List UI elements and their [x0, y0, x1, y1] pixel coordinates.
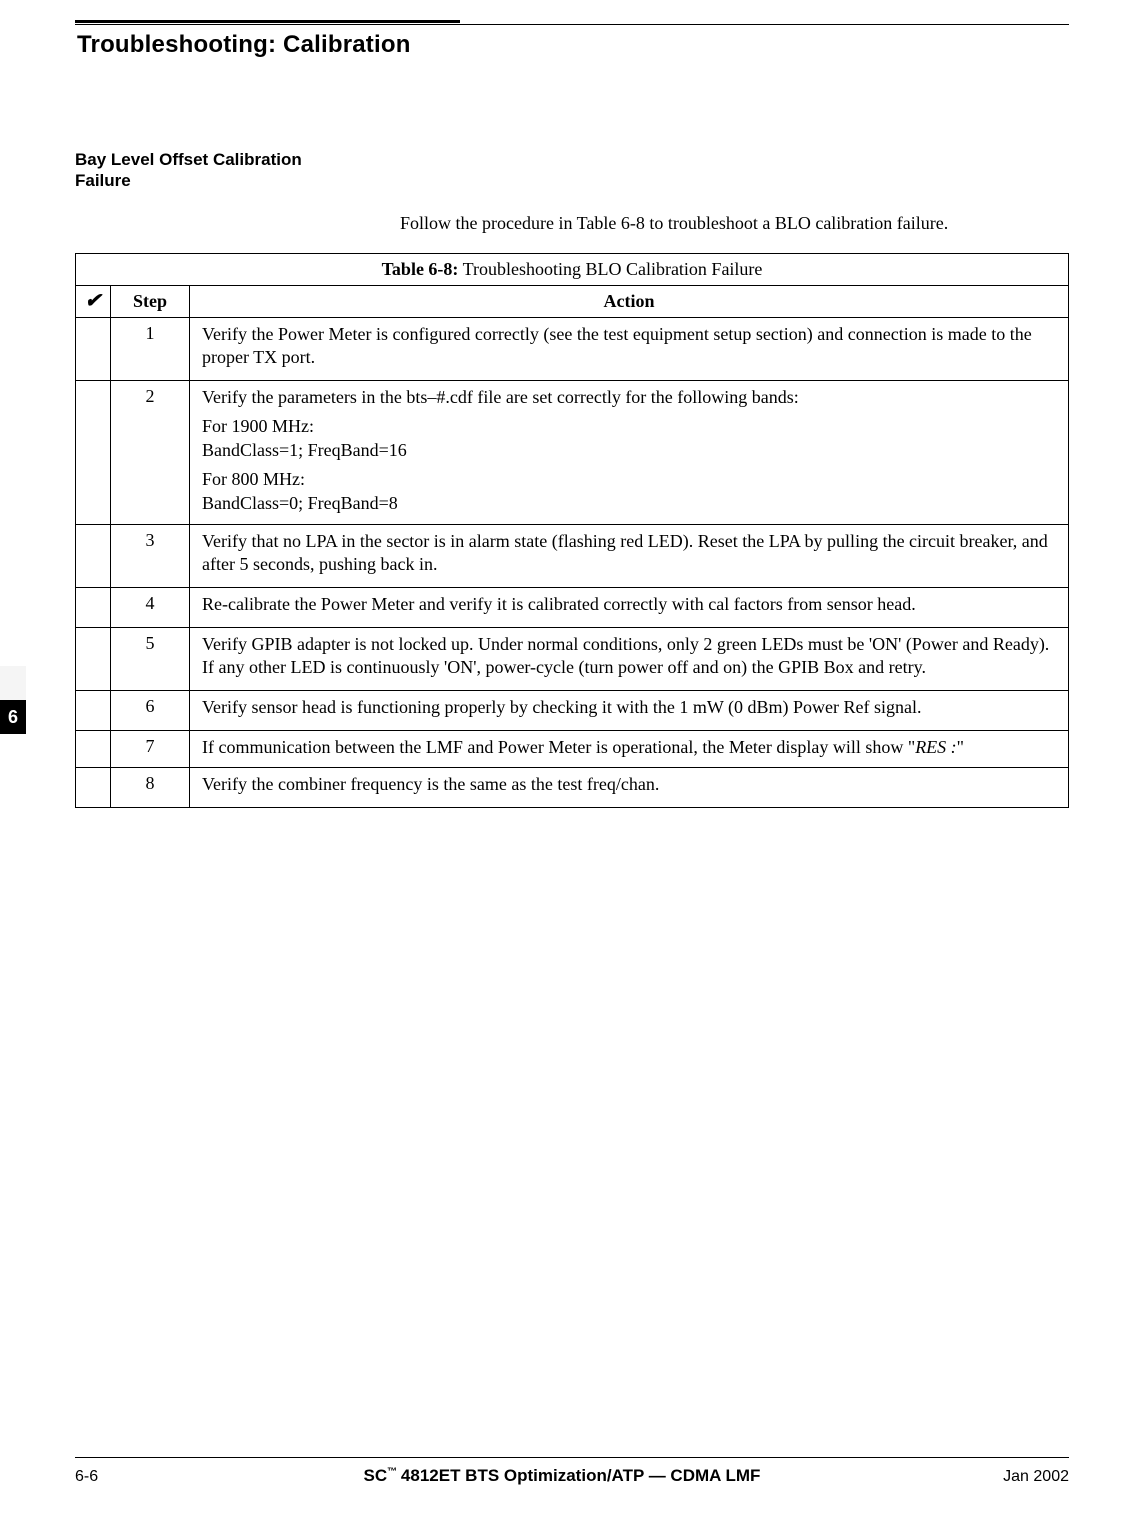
- action-cell: Verify GPIB adapter is not locked up. Un…: [190, 628, 1069, 691]
- action-cell: Verify sensor head is functioning proper…: [190, 691, 1069, 731]
- action-line: Verify GPIB adapter is not locked up. Un…: [202, 633, 1056, 679]
- table-row: 7If communication between the LMF and Po…: [76, 731, 1069, 768]
- footer-doc-title: SC™ 4812ET BTS Optimization/ATP — CDMA L…: [155, 1466, 969, 1486]
- table-row: 3 Verify that no LPA in the sector is in …: [76, 525, 1069, 588]
- step-cell: 3: [111, 525, 190, 588]
- step-cell: 2: [111, 380, 190, 524]
- troubleshooting-table: Table 6-8: Troubleshooting BLO Calibrati…: [75, 253, 1069, 808]
- table-row: 1 Verify the Power Meter is configured co…: [76, 317, 1069, 380]
- header-rule-thin: [75, 24, 1069, 25]
- table-row: 4 Re-calibrate the Power Meter and verify…: [76, 588, 1069, 628]
- table-header-step: Step: [111, 285, 190, 317]
- action-line: Re-calibrate the Power Meter and verify …: [202, 593, 1056, 616]
- section-heading: Bay Level Offset Calibration Failure: [75, 149, 355, 192]
- table-header-action: Action: [190, 285, 1069, 317]
- check-cell: [76, 588, 111, 628]
- footer-page-number: 6-6: [75, 1468, 155, 1486]
- action-line: Verify sensor head is functioning proper…: [202, 696, 1056, 719]
- chapter-side-tab: 6: [0, 700, 26, 734]
- table-title: Table 6-8: Troubleshooting BLO Calibrati…: [76, 253, 1069, 285]
- footer-center-prefix: SC: [364, 1466, 388, 1485]
- page-footer: 6-6 SC™ 4812ET BTS Optimization/ATP — CD…: [75, 1457, 1069, 1486]
- footer-center-rest: 4812ET BTS Optimization/ATP — CDMA LMF: [401, 1466, 761, 1485]
- action-line: For 800 MHz:: [202, 468, 1056, 491]
- action-cell: Verify that no LPA in the sector is in a…: [190, 525, 1069, 588]
- step-cell: 1: [111, 317, 190, 380]
- check-cell: [76, 317, 111, 380]
- action-cell: Verify the combiner frequency is the sam…: [190, 768, 1069, 808]
- step-cell: 8: [111, 768, 190, 808]
- action-line: BandClass=0; FreqBand=8: [202, 492, 1056, 515]
- table-row: 8 Verify the combiner frequency is the sa…: [76, 768, 1069, 808]
- page-title: Troubleshooting: Calibration: [77, 31, 1069, 59]
- action-line: Verify the Power Meter is configured cor…: [202, 323, 1056, 369]
- table-row: 5 Verify GPIB adapter is not locked up. U…: [76, 628, 1069, 691]
- step-cell: 6: [111, 691, 190, 731]
- action-cell: If communication between the LMF and Pow…: [190, 731, 1069, 768]
- table-title-rest: Troubleshooting BLO Calibration Failure: [458, 259, 762, 279]
- table-title-bold: Table 6-8:: [382, 259, 459, 279]
- check-cell: [76, 768, 111, 808]
- check-cell: [76, 731, 111, 768]
- action-line: For 1900 MHz:: [202, 415, 1056, 438]
- check-icon: ✔: [85, 290, 102, 312]
- step-cell: 4: [111, 588, 190, 628]
- action-line: Verify that no LPA in the sector is in a…: [202, 530, 1056, 576]
- footer-rule: [75, 1457, 1069, 1458]
- check-cell: [76, 525, 111, 588]
- action-cell: Re-calibrate the Power Meter and verify …: [190, 588, 1069, 628]
- action-line: BandClass=1; FreqBand=16: [202, 439, 1056, 462]
- header-rule-thick: [75, 20, 460, 23]
- step-cell: 5: [111, 628, 190, 691]
- check-cell: [76, 380, 111, 524]
- table-row: 6 Verify sensor head is functioning prope…: [76, 691, 1069, 731]
- step-cell: 7: [111, 731, 190, 768]
- action-cell: Verify the Power Meter is configured cor…: [190, 317, 1069, 380]
- trademark-icon: ™: [387, 1466, 396, 1477]
- action-line: Verify the combiner frequency is the sam…: [202, 773, 1056, 796]
- check-cell: [76, 691, 111, 731]
- troubleshooting-table-wrap: Table 6-8: Troubleshooting BLO Calibrati…: [75, 253, 1069, 808]
- table-row: 2 Verify the parameters in the bts–#.cdf …: [76, 380, 1069, 524]
- action-cell: Verify the parameters in the bts–#.cdf f…: [190, 380, 1069, 524]
- side-tab-shadow: [0, 666, 26, 700]
- check-cell: [76, 628, 111, 691]
- intro-paragraph: Follow the procedure in Table 6-8 to tro…: [400, 212, 990, 235]
- table-header-check: ✔: [76, 285, 111, 317]
- action-line: Verify the parameters in the bts–#.cdf f…: [202, 386, 1056, 409]
- footer-date: Jan 2002: [969, 1468, 1069, 1486]
